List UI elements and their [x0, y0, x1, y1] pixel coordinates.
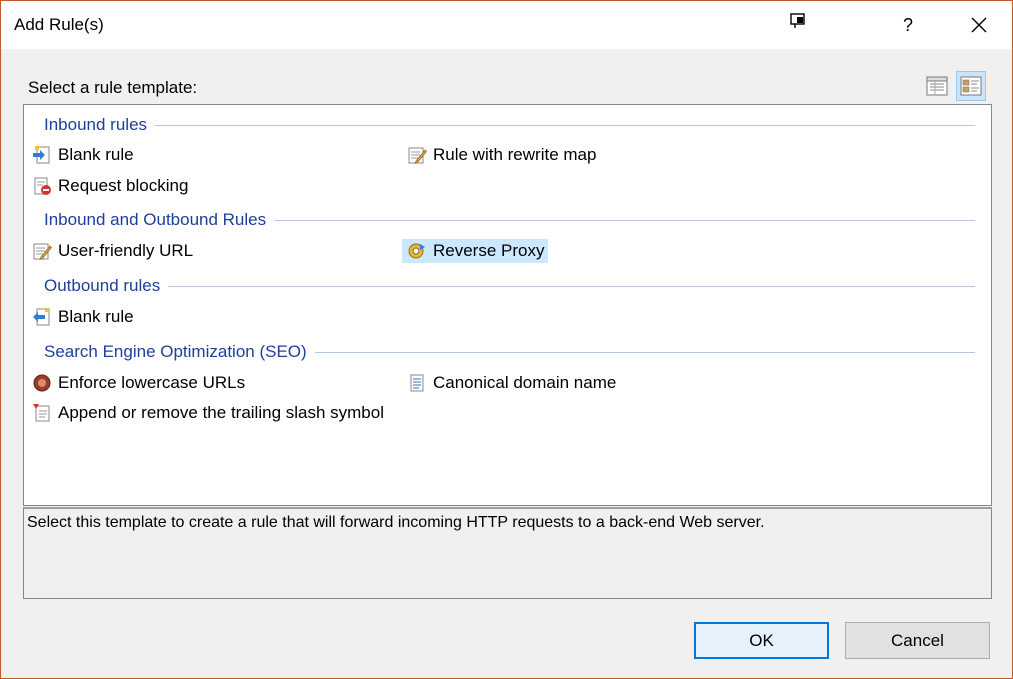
details-view-icon: [926, 76, 948, 96]
template-description-panel: Select this template to create a rule th…: [23, 507, 992, 599]
pin-window-icon: [790, 13, 805, 28]
cancel-button[interactable]: Cancel: [845, 622, 990, 659]
template-item-enforce-lowercase[interactable]: Enforce lowercase URLs: [32, 371, 249, 395]
template-item-request-blocking[interactable]: Request blocking: [32, 174, 192, 198]
pin-window-button[interactable]: [776, 0, 822, 45]
request-blocking-icon: [32, 176, 52, 196]
template-item-rewrite-map[interactable]: Rule with rewrite map: [407, 143, 600, 167]
group-label: Inbound rules: [44, 115, 148, 134]
group-divider: [274, 219, 975, 221]
canonical-domain-icon: [407, 373, 427, 393]
group-divider: [314, 351, 975, 353]
user-friendly-url-icon: [32, 241, 52, 261]
template-item-label: Canonical domain name: [433, 373, 617, 392]
add-rules-dialog: Add Rule(s) ? Select a rule template: In…: [0, 0, 1013, 679]
group-header-inbound: Inbound rules: [44, 114, 975, 136]
group-header-outbound: Outbound rules: [44, 275, 975, 297]
blank-outbound-rule-icon: [32, 307, 52, 327]
title-bar: Add Rule(s) ?: [1, 1, 1012, 49]
template-prompt: Select a rule template:: [28, 78, 198, 97]
group-header-seo: Search Engine Optimization (SEO): [44, 341, 975, 363]
template-item-label: Blank rule: [58, 145, 134, 164]
group-divider: [168, 285, 975, 287]
lowercase-url-icon: [32, 373, 52, 393]
template-item-label: Enforce lowercase URLs: [58, 373, 246, 392]
group-label: Search Engine Optimization (SEO): [44, 342, 307, 361]
template-item-canonical-domain[interactable]: Canonical domain name: [407, 371, 620, 395]
rule-template-list: Inbound rules Blank rule Rule with rewri…: [23, 104, 992, 506]
template-description: Select this template to create a rule th…: [27, 514, 765, 531]
details-view-button[interactable]: [922, 71, 952, 101]
template-item-label: Rule with rewrite map: [433, 145, 597, 164]
tiles-view-icon: [960, 76, 982, 96]
group-label: Outbound rules: [44, 276, 161, 295]
ok-button[interactable]: OK: [694, 622, 829, 659]
dialog-title: Add Rule(s): [14, 15, 104, 34]
template-item-label: Append or remove the trailing slash symb…: [58, 403, 384, 422]
blank-inbound-rule-icon: [32, 145, 52, 165]
template-item-label: User-friendly URL: [58, 241, 194, 260]
template-item-user-friendly-url[interactable]: User-friendly URL: [32, 239, 197, 263]
template-item-label: Blank rule: [58, 307, 134, 326]
rewrite-map-icon: [407, 145, 427, 165]
template-item-blank-outbound-rule[interactable]: Blank rule: [32, 305, 138, 329]
tiles-view-button[interactable]: [956, 71, 986, 101]
close-button[interactable]: [956, 1, 1002, 49]
template-item-label: Request blocking: [58, 176, 189, 195]
group-label: Inbound and Outbound Rules: [44, 210, 267, 229]
group-divider: [155, 124, 975, 126]
template-item-blank-inbound-rule[interactable]: Blank rule: [32, 143, 138, 167]
group-header-inbound-outbound: Inbound and Outbound Rules: [44, 209, 975, 231]
template-item-reverse-proxy[interactable]: Reverse Proxy: [402, 239, 549, 263]
help-button[interactable]: ?: [885, 1, 931, 49]
template-item-label: Reverse Proxy: [433, 241, 545, 260]
template-item-trailing-slash[interactable]: Append or remove the trailing slash symb…: [32, 401, 388, 425]
reverse-proxy-icon: [407, 241, 427, 261]
close-icon: [971, 17, 987, 33]
trailing-slash-icon: [32, 403, 52, 423]
